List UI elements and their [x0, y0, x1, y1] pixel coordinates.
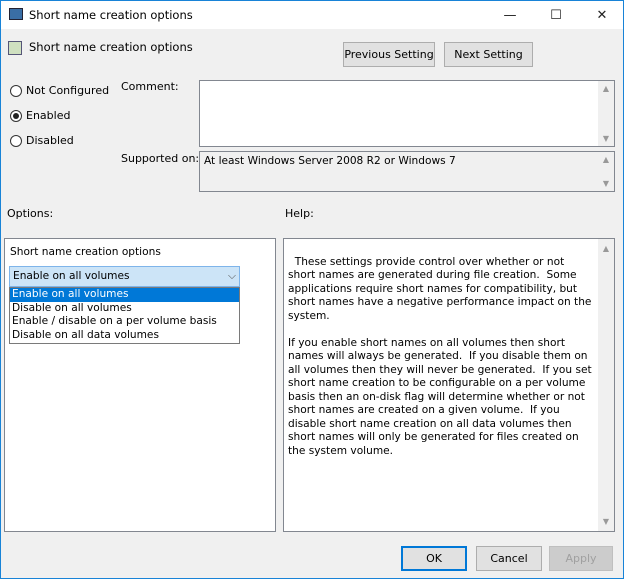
radio-label: Enabled [26, 109, 71, 122]
help-label: Help: [285, 207, 314, 220]
dropdown-list: Enable on all volumes Disable on all vol… [9, 287, 240, 344]
options-label: Options: [7, 207, 54, 220]
radio-not-configured[interactable]: Not Configured [10, 84, 109, 97]
policy-app-icon [9, 8, 23, 20]
setting-icon [8, 41, 22, 55]
radio-circle[interactable] [10, 109, 22, 122]
dropdown-option[interactable]: Enable / disable on a per volume basis [10, 315, 239, 329]
comment-textarea[interactable]: ▲ ▼ [199, 80, 615, 147]
previous-setting-button[interactable]: Previous Setting [343, 42, 435, 67]
dropdown-option[interactable]: Disable on all volumes [10, 302, 239, 316]
chevron-down-icon: ⌵ [227, 270, 236, 282]
supported-on-field: At least Windows Server 2008 R2 or Windo… [199, 151, 615, 192]
radio-disabled[interactable]: Disabled [10, 134, 74, 147]
dropdown-option[interactable]: Enable on all volumes [10, 288, 239, 302]
supported-on-label: Supported on: [121, 152, 200, 165]
minimize-button[interactable]: — [487, 1, 533, 29]
radio-enabled[interactable]: Enabled [10, 109, 70, 122]
radio-label: Not Configured [26, 84, 110, 97]
setting-name: Short name creation options [29, 40, 193, 54]
maximize-button[interactable]: ☐ [533, 1, 579, 29]
help-text: These settings provide control over whet… [288, 255, 592, 457]
dropdown-value: Enable on all volumes [13, 270, 130, 282]
comment-scrollbar[interactable]: ▲ ▼ [598, 81, 614, 146]
short-name-dropdown[interactable]: Enable on all volumes ⌵ [9, 266, 240, 287]
close-button[interactable]: ✕ [579, 1, 624, 29]
policy-dialog: Short name creation options — ☐ ✕ Short … [0, 0, 624, 579]
dropdown-option[interactable]: Disable on all data volumes [10, 329, 239, 343]
title-bar: Short name creation options — ☐ ✕ [1, 1, 623, 29]
supported-scrollbar[interactable]: ▲ ▼ [598, 152, 614, 191]
help-panel: These settings provide control over whet… [283, 238, 615, 532]
radio-label: Disabled [26, 134, 74, 147]
radio-circle[interactable] [10, 84, 22, 97]
apply-button[interactable]: Apply [549, 546, 613, 571]
help-scrollbar[interactable]: ▲ ▼ [598, 239, 614, 531]
comment-label: Comment: [121, 80, 179, 93]
options-field-label: Short name creation options [10, 246, 161, 258]
ok-button[interactable]: OK [401, 546, 467, 571]
next-setting-button[interactable]: Next Setting [444, 42, 533, 67]
supported-on-value: At least Windows Server 2008 R2 or Windo… [204, 155, 456, 167]
window-title: Short name creation options [29, 8, 193, 22]
cancel-button[interactable]: Cancel [476, 546, 542, 571]
radio-circle[interactable] [10, 134, 22, 147]
